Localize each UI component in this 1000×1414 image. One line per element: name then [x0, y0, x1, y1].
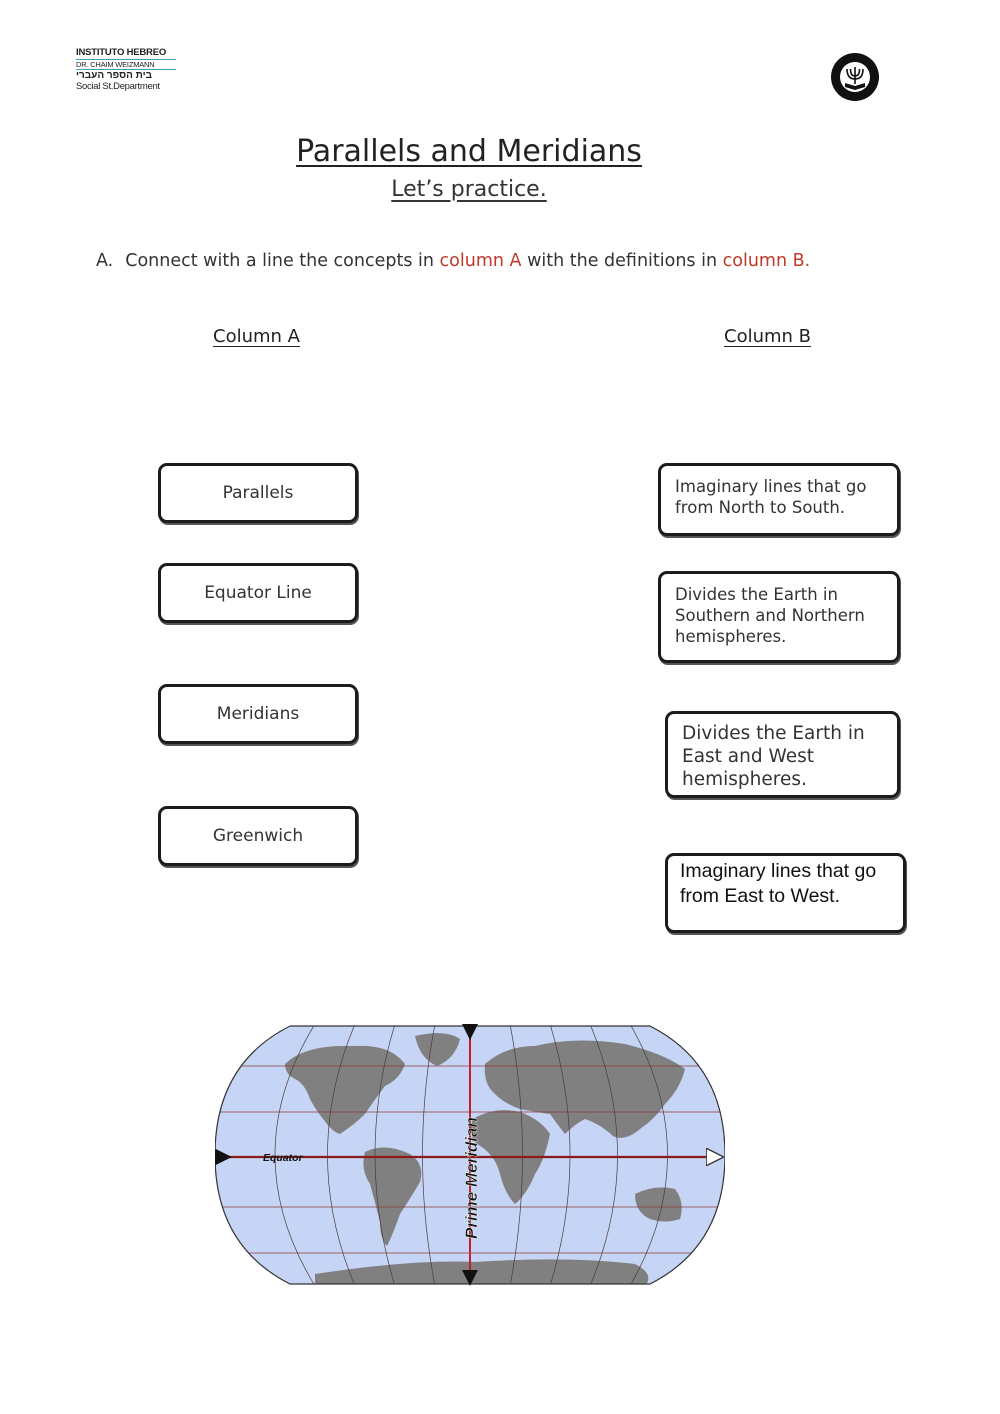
column-b-item-4[interactable]: Imaginary lines that go from East to Wes… [665, 853, 906, 933]
logo-line-institute: INSTITUTO HEBREO [76, 47, 167, 58]
school-seal-icon [831, 53, 879, 101]
instruction-text-2: with the definitions in [521, 251, 723, 271]
definition-text: Divides the Earth in East and West hemis… [682, 723, 865, 790]
instruction: A. Connect with a line the concepts in co… [96, 251, 810, 271]
concept-label: Meridians [216, 704, 300, 724]
instruction-highlight-column-a: column A [439, 251, 522, 271]
page-title: Parallels and Meridians [296, 134, 642, 169]
column-b-item-1[interactable]: Imaginary lines that go from North to So… [658, 463, 900, 536]
logo-line-name: DR. CHAIM WEIZMANN [76, 58, 176, 70]
column-a-header: Column A [213, 326, 300, 347]
column-b-item-2[interactable]: Divides the Earth in Southern and Northe… [658, 571, 900, 663]
prime-meridian-label: Prime Meridian [462, 1117, 481, 1239]
column-a-item-greenwich[interactable]: Greenwich [158, 806, 358, 866]
instruction-marker: A. [96, 251, 114, 271]
instruction-highlight-column-b: column B. [722, 251, 811, 271]
logo-line-department: Social St.Department [76, 81, 160, 92]
concept-label: Parallels [222, 483, 294, 503]
definition-text: Divides the Earth in Southern and Northe… [675, 585, 865, 646]
page-subtitle: Let’s practice. [391, 177, 547, 202]
column-b-header: Column B [724, 326, 812, 347]
school-logo: INSTITUTO HEBREO DR. CHAIM WEIZMANN בית … [76, 48, 176, 92]
concept-label: Equator Line [204, 583, 312, 603]
world-map: Equator Prime Meridian [215, 1024, 725, 1286]
column-a-item-meridians[interactable]: Meridians [158, 684, 358, 744]
definition-text: Imaginary lines that go from East to Wes… [680, 860, 877, 907]
column-b-item-3[interactable]: Divides the Earth in East and West hemis… [665, 711, 900, 798]
definition-text: Imaginary lines that go from North to So… [675, 477, 867, 517]
logo-line-hebrew: בית הספר העברי [76, 70, 152, 81]
column-a-item-equator-line[interactable]: Equator Line [158, 563, 358, 623]
concept-label: Greenwich [212, 826, 304, 846]
column-a-item-parallels[interactable]: Parallels [158, 463, 358, 523]
equator-label: Equator [263, 1152, 304, 1164]
instruction-text-1: Connect with a line the concepts in [125, 251, 440, 271]
